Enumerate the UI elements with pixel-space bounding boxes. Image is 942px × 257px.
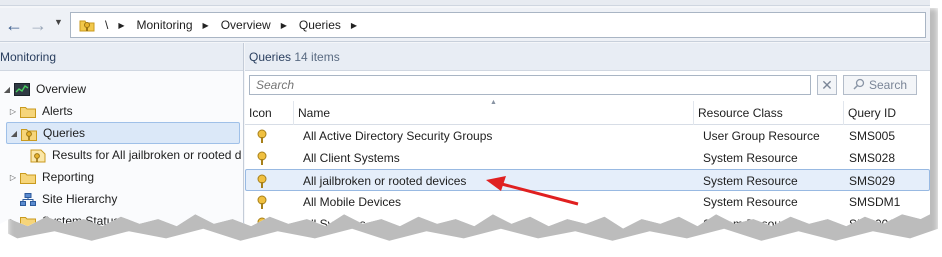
breadcrumb-label: Monitoring [136, 18, 193, 32]
search-button-label: Search [868, 78, 908, 92]
folder-icon [20, 105, 36, 118]
resource-class: System Resource [703, 151, 798, 165]
tree-item-label: Site Hierarchy [42, 192, 118, 206]
column-header-label: Query ID [848, 106, 897, 120]
resource-class: System Resource [703, 174, 798, 188]
console-window: ← → ▼ \ ▶ Monitoring ▶ Overview ▶ Querie… [0, 0, 930, 229]
history-dropdown-icon[interactable]: ▼ [54, 17, 63, 27]
breadcrumb-root[interactable]: \ ▶ [105, 18, 137, 32]
query-icon [255, 125, 269, 147]
query-name: All Active Directory Security Groups [303, 129, 493, 143]
navigation-pane: Monitoring ◢ Overview ▷ Alerts ◢ Queries [0, 43, 244, 229]
table-row[interactable]: All Active Directory Security Groups Use… [245, 125, 930, 147]
query-name: All jailbroken or rooted devices [303, 174, 467, 188]
tree-item-alerts[interactable]: ▷ Alerts [6, 100, 73, 122]
table-row-selected[interactable]: All jailbroken or rooted devices System … [245, 169, 930, 191]
clear-search-icon[interactable]: ✕ [817, 75, 837, 95]
tree-item-label: Alerts [42, 104, 73, 118]
queries-table: ▲ Icon Name Resource Class Query ID All … [245, 99, 930, 229]
query-id: SMSDM1 [849, 195, 901, 209]
query-name: All Client Systems [303, 151, 400, 165]
column-header-resource-class[interactable]: Resource Class [694, 101, 844, 125]
chevron-right-icon[interactable]: ▶ [281, 21, 287, 30]
column-header-name[interactable]: Name [294, 101, 694, 125]
expanded-triangle-icon[interactable]: ◢ [7, 129, 21, 138]
breadcrumb-item[interactable]: Overview ▶ [221, 18, 299, 32]
collapsed-triangle-icon[interactable]: ▷ [6, 173, 20, 182]
breadcrumb-item[interactable]: Queries ▶ [299, 18, 369, 32]
expanded-triangle-icon[interactable]: ◢ [0, 85, 14, 94]
tree-item-label: Reporting [42, 170, 95, 184]
breadcrumb-root-label: \ [105, 18, 109, 32]
column-header-query-id[interactable]: Query ID [844, 101, 930, 125]
resource-class: System Resource [703, 195, 798, 209]
results-pane: Queries 14 items ✕ Search ▲ Icon Name Re… [245, 43, 930, 229]
ribbon-edge [0, 0, 930, 6]
results-header: Queries 14 items [245, 43, 930, 71]
search-input[interactable] [249, 75, 811, 95]
search-icon [853, 78, 865, 93]
back-arrow-icon[interactable]: ← [2, 14, 26, 36]
query-name: All Mobile Devices [303, 195, 402, 209]
forward-arrow-icon[interactable]: → [26, 14, 50, 36]
tree-item-site-hierarchy[interactable]: Site Hierarchy [6, 188, 117, 210]
chevron-right-icon[interactable]: ▶ [118, 21, 124, 30]
search-bar: ✕ Search [249, 75, 929, 99]
column-header-label: Icon [249, 106, 272, 120]
tree-item-queries[interactable]: ◢ Queries [6, 122, 240, 144]
results-title: Queries [249, 50, 292, 64]
query-id: SMS005 [849, 129, 896, 143]
tree-item-query-results[interactable]: Results for All jailbroken or rooted d [30, 144, 241, 166]
tree-item-reporting[interactable]: ▷ Reporting [6, 166, 94, 188]
query-id: SMS028 [849, 151, 896, 165]
query-folder-icon [21, 127, 37, 141]
folder-icon [20, 171, 36, 184]
query-icon [255, 147, 269, 169]
table-header: ▲ Icon Name Resource Class Query ID [245, 99, 930, 125]
breadcrumb-label: Overview [220, 18, 271, 32]
address-bar[interactable]: \ ▶ Monitoring ▶ Overview ▶ Queries ▶ [70, 12, 926, 38]
resource-class: User Group Resource [703, 129, 820, 143]
table-row[interactable]: All Client Systems System Resource SMS02… [245, 147, 930, 169]
column-header-label: Name [298, 106, 331, 120]
query-icon [30, 149, 46, 162]
collapsed-triangle-icon[interactable]: ▷ [6, 107, 20, 116]
column-header-icon[interactable]: Icon [245, 101, 294, 125]
chevron-right-icon[interactable]: ▶ [203, 21, 209, 30]
chevron-right-icon[interactable]: ▶ [351, 21, 357, 30]
search-button[interactable]: Search [843, 75, 917, 95]
table-row[interactable]: All Mobile Devices System Resource SMSDM… [245, 191, 930, 213]
column-header-label: Resource Class [698, 106, 783, 120]
tree-item-label: Results for All jailbroken or rooted d [52, 148, 242, 162]
breadcrumb-item[interactable]: Monitoring ▶ [137, 18, 221, 32]
query-id: SMS029 [849, 174, 896, 188]
tree-item-overview[interactable]: ◢ Overview [0, 78, 86, 100]
query-folder-icon [79, 17, 95, 33]
hierarchy-icon [20, 192, 36, 206]
tree-item-label: Queries [43, 126, 86, 140]
query-icon [255, 191, 269, 213]
overview-icon [14, 82, 30, 96]
navigation-pane-title: Monitoring [0, 43, 243, 71]
tree-item-label: Overview [36, 82, 87, 96]
query-icon [255, 170, 269, 192]
item-count: 14 items [294, 50, 340, 64]
breadcrumb-label: Queries [298, 18, 341, 32]
navigation-bar: ← → ▼ \ ▶ Monitoring ▶ Overview ▶ Querie… [0, 8, 930, 42]
